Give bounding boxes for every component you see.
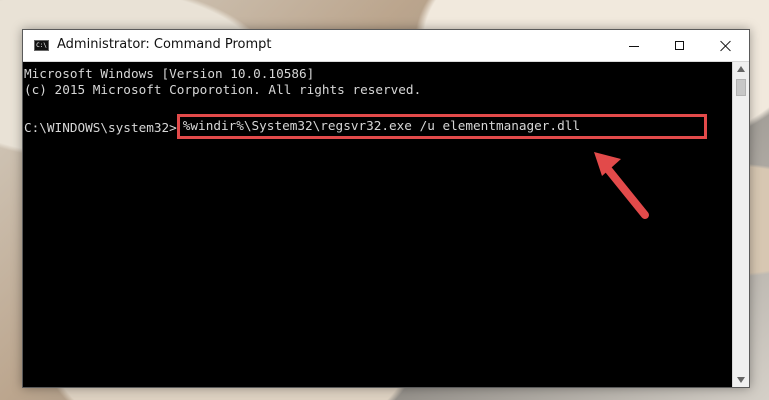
scroll-down-icon[interactable] [737, 377, 745, 383]
title-bar[interactable]: C:\ Administrator: Command Prompt [23, 30, 749, 62]
maximize-icon [675, 41, 684, 50]
scroll-thumb[interactable] [736, 79, 746, 96]
console-version-line: Microsoft Windows [Version 10.0.10586] [24, 66, 315, 81]
command-line[interactable]: C:\WINDOWS\system32> %windir%\System32\r… [24, 114, 707, 140]
close-button[interactable] [703, 30, 749, 62]
annotation-arrow-icon [594, 152, 649, 219]
command-prompt-icon: C:\ [34, 40, 49, 51]
window-title: Administrator: Command Prompt [57, 37, 272, 52]
console-output-area[interactable]: Microsoft Windows [Version 10.0.10586] (… [24, 62, 732, 387]
highlighted-command[interactable]: %windir%\System32\regsvr32.exe /u elemen… [176, 114, 707, 139]
minimize-icon [629, 46, 639, 47]
vertical-scrollbar[interactable] [732, 62, 749, 387]
scroll-up-icon[interactable] [737, 66, 745, 72]
console-copyright-line: (c) 2015 Microsoft Corporotion. All righ… [24, 82, 422, 97]
window-controls [611, 30, 749, 62]
minimize-button[interactable] [611, 30, 657, 62]
command-prompt-text: C:\WINDOWS\system32> [24, 120, 177, 135]
maximize-button[interactable] [657, 30, 703, 62]
